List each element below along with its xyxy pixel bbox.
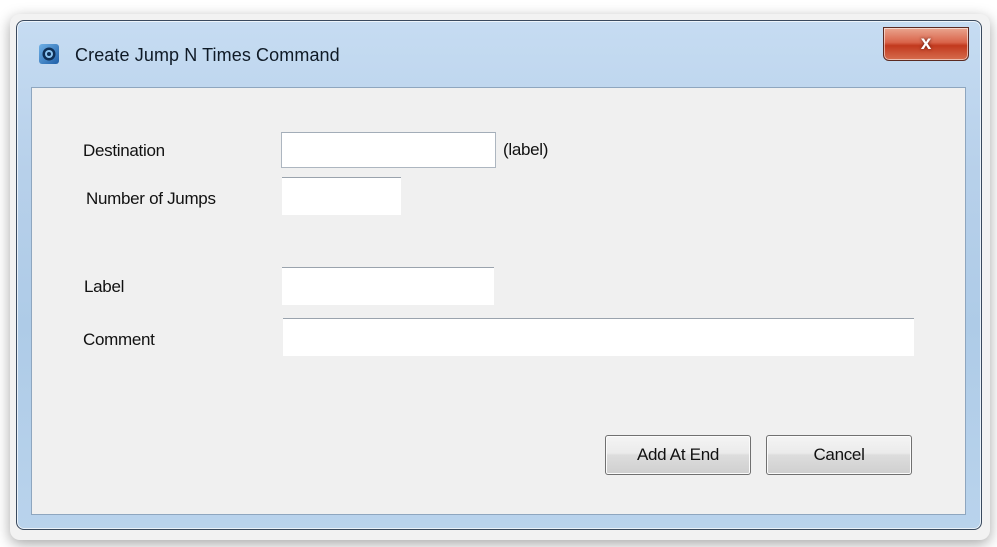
number-of-jumps-label: Number of Jumps [86,189,216,208]
dialog-content: Destination (label) Number of Jumps Labe… [31,87,966,515]
app-icon [38,43,60,65]
close-button[interactable]: x [883,27,969,61]
close-icon: x [920,33,932,54]
comment-field[interactable] [283,318,914,356]
destination-suffix-label: (label) [503,140,549,159]
window-title: Create Jump N Times Command [75,45,340,65]
add-at-end-button[interactable]: Add At End [605,435,751,475]
label-label: Label [84,277,125,296]
label-field[interactable] [282,267,494,305]
comment-label: Comment [83,330,155,349]
destination-field[interactable] [281,132,496,168]
cancel-button[interactable]: Cancel [766,435,912,475]
dialog-window: Create Jump N Times Command x Destinatio… [16,20,982,530]
number-of-jumps-field[interactable] [282,177,401,215]
destination-label: Destination [83,141,165,160]
title-bar[interactable]: Create Jump N Times Command x [17,21,981,83]
